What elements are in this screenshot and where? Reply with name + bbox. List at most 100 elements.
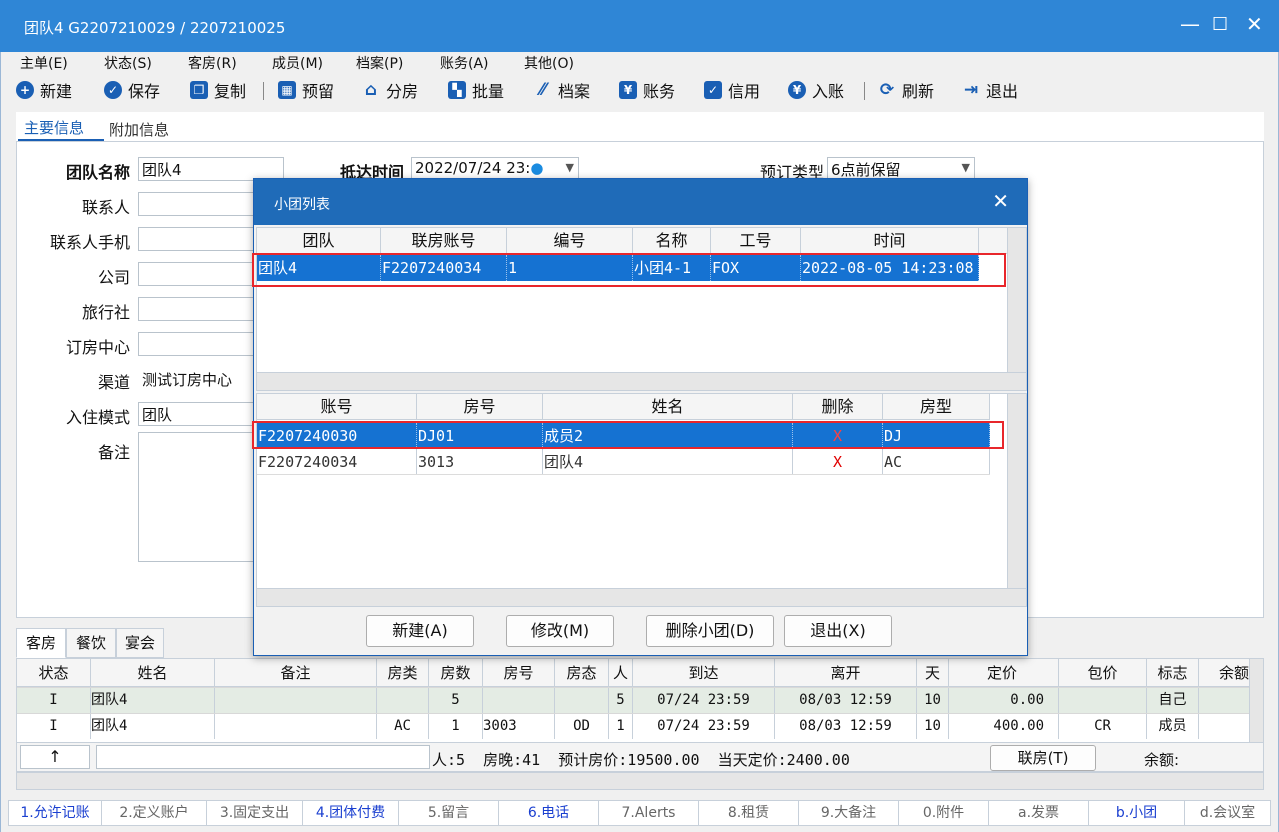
summary-input[interactable] [96,745,430,769]
menu-accounts[interactable]: 账务(A) [440,53,489,73]
menu-rooms[interactable]: 客房(R) [188,53,237,73]
cell-guest-name: 团队4 [543,449,793,474]
table-row[interactable]: I 团队4 AC 1 3003 OD 1 07/24 23:59 08/03 1… [17,713,1249,739]
col-arrival[interactable]: 到达 [633,659,775,686]
close-window-button[interactable]: ✕ [1246,12,1263,36]
tab-rooms[interactable]: 客房 [16,628,66,658]
fkey-subgroup[interactable]: b.小团 [1089,801,1185,825]
title-bar: 团队4 G2207210029 / 2207210025 — ☐ ✕ [0,0,1279,52]
new-subgroup-button[interactable]: 新建(A) [366,615,474,647]
fkey-alerts[interactable]: 7.Alerts [599,801,699,825]
col-sub-name[interactable]: 名称 [633,228,711,253]
fkey-group-payment[interactable]: 4.团体付费 [303,801,399,825]
col-room-class[interactable]: 房类 [377,659,429,686]
col-remark[interactable]: 备注 [215,659,377,686]
linked-room-button[interactable]: 联房(T) [990,745,1096,771]
col-departure[interactable]: 离开 [775,659,917,686]
cell-room-count: 5 [429,688,483,713]
edit-subgroup-button[interactable]: 修改(M) [506,615,614,647]
col-status[interactable]: 状态 [17,659,91,686]
col-room-type[interactable]: 房型 [883,394,990,419]
post-button[interactable]: ¥ 入账 [788,78,844,102]
col-balance[interactable]: 余额 [1199,659,1249,686]
col-room-state[interactable]: 房态 [555,659,609,686]
col-rate[interactable]: 定价 [949,659,1059,686]
delete-member-button[interactable]: X [793,449,883,474]
tab-dining[interactable]: 餐饮 [66,628,116,658]
tab-banquet[interactable]: 宴会 [116,628,164,658]
chevron-down-icon[interactable]: ▼ [566,161,574,174]
save-button[interactable]: ✓ 保存 [104,78,160,102]
dialog-exit-button[interactable]: 退出(X) [784,615,892,647]
fkey-invoice[interactable]: a.发票 [989,801,1089,825]
fkey-attachment[interactable]: 0.附件 [899,801,989,825]
col-account[interactable]: 账号 [257,394,417,419]
menu-other[interactable]: 其他(O) [524,53,574,73]
company-field[interactable] [138,262,258,286]
yen-icon: ¥ [788,81,806,99]
tab-main-info[interactable]: 主要信息 [24,117,84,138]
col-flag[interactable]: 标志 [1147,659,1199,686]
profile-button[interactable]: ⁄⁄ 档案 [534,78,590,102]
fkey-message[interactable]: 5.留言 [399,801,499,825]
chevron-down-icon[interactable]: ▼ [962,161,970,174]
col-days[interactable]: 天 [917,659,949,686]
table-row[interactable]: I 团队4 5 5 07/24 23:59 08/03 12:59 10 0.0… [17,687,1249,713]
maximize-button[interactable]: ☐ [1212,14,1228,35]
delete-subgroup-button[interactable]: 删除小团(D) [646,615,774,647]
cell-package [1059,688,1147,713]
batch-button[interactable]: ▚ 批量 [448,78,504,102]
col-room-no[interactable]: 房号 [417,394,543,419]
menu-profiles[interactable]: 档案(P) [356,53,403,73]
reserve-button[interactable]: ▦ 预留 [278,78,334,102]
col-linked-account[interactable]: 联房账号 [381,228,507,253]
fkey-allow-charge[interactable]: 1.允许记账 [9,801,102,825]
subgroup-grid-hscroll[interactable] [257,372,1026,390]
spin-icon: ● [530,159,544,177]
col-staff-id[interactable]: 工号 [711,228,801,253]
checkin-mode-field[interactable]: 团队 [138,402,258,426]
col-delete[interactable]: 删除 [793,394,883,419]
accounts-button[interactable]: ¥ 账务 [619,78,675,102]
copy-button[interactable]: ❐ 复制 [190,78,246,102]
refresh-button[interactable]: ⟳ 刷新 [878,78,934,102]
exit-button[interactable]: ⇥ 退出 [962,78,1018,102]
fkey-fixed-expense[interactable]: 3.固定支出 [207,801,303,825]
contact-phone-field[interactable] [138,227,258,251]
dialog-close-icon[interactable]: ✕ [992,189,1009,213]
col-persons[interactable]: 人 [609,659,633,686]
subgroup-grid-vscroll[interactable] [1007,228,1026,372]
menu-status[interactable]: 状态(S) [104,53,152,73]
fkey-define-account[interactable]: 2.定义账户 [102,801,207,825]
col-time[interactable]: 时间 [801,228,979,253]
assign-room-button[interactable]: ⌂ 分房 [362,78,418,102]
col-number[interactable]: 编号 [507,228,633,253]
fkey-big-remark[interactable]: 9.大备注 [799,801,899,825]
col-room-no[interactable]: 房号 [483,659,555,686]
agency-field[interactable] [138,297,258,321]
member-row[interactable]: F2207240034 3013 团队4 X AC [257,449,990,475]
menu-main[interactable]: 主单(E) [20,53,68,73]
new-button[interactable]: + 新建 [16,78,72,102]
cell-room-no: 3013 [417,449,543,474]
tab-extra-info[interactable]: 附加信息 [109,119,169,140]
fkey-meeting-room[interactable]: d.会议室 [1185,801,1270,825]
member-grid-hscroll[interactable] [257,588,1026,606]
cell-days: 10 [917,688,949,713]
member-grid-vscroll[interactable] [1007,394,1026,588]
remark-field[interactable] [138,432,258,562]
col-guest-name[interactable]: 姓名 [543,394,793,419]
booking-center-field[interactable] [138,332,258,356]
fkey-lease[interactable]: 8.租赁 [699,801,799,825]
contact-field[interactable] [138,192,258,216]
credit-button[interactable]: ✓ 信用 [704,78,760,102]
room-grid-hscroll[interactable] [16,772,1264,790]
col-name[interactable]: 姓名 [91,659,215,686]
col-room-count[interactable]: 房数 [429,659,483,686]
col-package[interactable]: 包价 [1059,659,1147,686]
col-group[interactable]: 团队 [257,228,381,253]
menu-members[interactable]: 成员(M) [272,53,323,73]
minimize-button[interactable]: — [1180,12,1200,36]
move-up-button[interactable]: ↑ [20,745,90,769]
fkey-phone[interactable]: 6.电话 [499,801,599,825]
